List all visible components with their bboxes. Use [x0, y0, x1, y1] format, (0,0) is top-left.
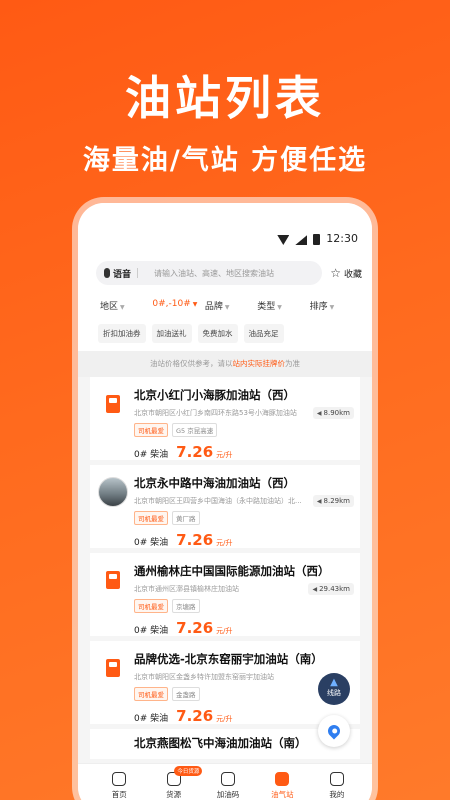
tag-fuel-sufficient[interactable]: 油品充足 — [243, 324, 284, 343]
navigation-arrow-icon: ◀ — [316, 498, 322, 505]
favorite-label: 收藏 — [343, 269, 362, 280]
fuel-price: 7.26 — [176, 619, 214, 637]
filter-sort[interactable]: 排序 ▼ — [310, 299, 362, 312]
tag-row: 折扣加油券 加油送礼 免费加水 油品充足 — [78, 316, 372, 351]
navigation-arrow-icon: ◀ — [316, 410, 322, 417]
caret-down-icon: ▼ — [192, 301, 198, 308]
wifi-icon — [277, 235, 290, 245]
tag-discount-coupon[interactable]: 折扣加油券 — [98, 324, 146, 343]
station-photo — [98, 477, 128, 507]
filter-bar: 地区 ▼ 0#,-10# ▼ 品牌 ▼ 类型 ▼ 排序 ▼ — [78, 289, 372, 316]
route-button[interactable]: ▲ 线路 — [318, 673, 350, 705]
voice-search-button[interactable]: 语音 — [113, 267, 131, 280]
road-chip: G5 京昆高速 — [172, 423, 218, 437]
tab-fuel-code[interactable]: 加油码 — [201, 764, 255, 800]
battery-icon — [313, 234, 321, 245]
road-chip: 黄厂路 — [172, 511, 200, 525]
notice-highlight[interactable]: 站内实际挂牌价 — [233, 359, 286, 368]
phone-frame: 12:30 语音 请输入油站、高速、地区搜索油站 ☆ 收藏 地区 ▼ 0#,-10… — [78, 203, 372, 800]
user-icon — [329, 772, 344, 786]
station-card[interactable]: 通州榆林庄中国国际能源加油站（西） 北京市通州区漷县镇榆林庄加油站 ◀ 29.43… — [90, 553, 360, 637]
gas-pump-icon — [98, 565, 128, 595]
fuel-price: 7.26 — [176, 707, 214, 725]
driver-favorite-chip: 司机最爱 — [134, 511, 168, 525]
location-pin-icon — [325, 722, 343, 740]
price-unit: 元/升 — [216, 715, 233, 723]
gas-pump-icon — [98, 653, 128, 683]
driver-favorite-chip: 司机最爱 — [134, 423, 168, 437]
filter-brand[interactable]: 品牌 ▼ — [205, 299, 257, 312]
price-unit: 元/升 — [216, 539, 233, 547]
fuel-type: 0# 柴油 — [134, 714, 169, 724]
caret-down-icon: ▼ — [277, 304, 282, 311]
promo-subtitle: 海量油/气站 方便任选 — [82, 145, 368, 176]
star-icon: ☆ — [330, 266, 341, 280]
route-arrow-icon: ▲ — [330, 677, 338, 688]
station-address: 北京市朝阳区王四营乡中国海油（永中路加油站）北... — [134, 497, 302, 505]
fuel-price: 7.26 — [176, 443, 214, 461]
filter-fuel[interactable]: 0#,-10# ▼ — [152, 299, 204, 312]
distance-badge[interactable]: ◀ 29.43km — [308, 583, 354, 595]
microphone-icon[interactable] — [104, 268, 110, 278]
signal-icon — [295, 235, 308, 245]
caret-down-icon: ▼ — [224, 304, 230, 311]
fuel-price: 7.26 — [176, 531, 214, 549]
qr-code-icon — [221, 772, 236, 786]
station-name: 北京永中路中海油加油站（西） — [134, 476, 295, 490]
fuel-type: 0# 柴油 — [134, 626, 169, 636]
station-address: 北京市通州区漷县镇榆林庄加油站 — [134, 585, 239, 593]
price-notice: 油站价格仅供参考，请以站内实际挂牌价为准 — [78, 351, 372, 377]
tag-free-water[interactable]: 免费加水 — [197, 324, 238, 343]
caret-down-icon: ▼ — [329, 304, 335, 311]
fuel-type: 0# 柴油 — [134, 538, 169, 548]
status-bar: 12:30 — [78, 203, 372, 255]
gas-station-icon — [275, 772, 290, 786]
station-name: 通州榆林庄中国国际能源加油站（西） — [134, 564, 330, 578]
search-bar: 语音 请输入油站、高速、地区搜索油站 ☆ 收藏 — [78, 255, 372, 289]
cargo-badge: 今日货源 — [174, 766, 203, 776]
gas-pump-icon — [98, 389, 128, 419]
tab-home[interactable]: 首页 — [92, 764, 146, 800]
filter-type[interactable]: 类型 ▼ — [257, 299, 309, 312]
promo-title: 油站列表 — [125, 71, 325, 125]
status-time: 12:30 — [326, 232, 358, 245]
driver-favorite-chip: 司机最爱 — [134, 599, 168, 613]
station-address: 北京市朝阳区金盏乡特许加盟东窑丽宇加油站 — [134, 673, 274, 681]
search-divider — [137, 268, 139, 278]
distance-badge[interactable]: ◀ 8.90km — [312, 407, 354, 419]
road-chip: 金盏路 — [172, 687, 200, 701]
station-name: 品牌优选-北京东窑丽宇加油站（南） — [134, 652, 323, 666]
search-placeholder: 请输入油站、高速、地区搜索油站 — [154, 268, 275, 278]
station-card[interactable]: 北京小红门小海豚加油站（西） 北京市朝阳区小红门乡南四环东路53号小海豚加油站 … — [90, 377, 360, 461]
station-name: 北京小红门小海豚加油站（西） — [134, 388, 295, 402]
bottom-tab-bar: 首页 今日货源 货源 加油码 油气站 我的 — [78, 763, 372, 800]
price-unit: 元/升 — [216, 451, 233, 459]
navigation-arrow-icon: ◀ — [312, 586, 318, 593]
fuel-type: 0# 柴油 — [134, 450, 169, 460]
home-icon — [112, 772, 127, 786]
station-card[interactable]: 北京永中路中海油加油站（西） 北京市朝阳区王四营乡中国海油（永中路加油站）北..… — [90, 465, 360, 549]
road-chip: 京塘路 — [172, 599, 200, 613]
favorite-button[interactable]: ☆ 收藏 — [330, 266, 362, 280]
search-input[interactable]: 语音 请输入油站、高速、地区搜索油站 — [96, 261, 323, 285]
tag-gift[interactable]: 加油送礼 — [151, 324, 192, 343]
station-address: 北京市朝阳区小红门乡南四环东路53号小海豚加油站 — [134, 409, 297, 417]
tab-gas-stations[interactable]: 油气站 — [255, 764, 309, 800]
caret-down-icon: ▼ — [120, 304, 125, 311]
price-unit: 元/升 — [216, 627, 233, 635]
tab-cargo[interactable]: 今日货源 货源 — [146, 764, 203, 800]
tab-profile[interactable]: 我的 — [310, 764, 364, 800]
map-location-button[interactable] — [318, 715, 350, 747]
driver-favorite-chip: 司机最爱 — [134, 687, 168, 701]
distance-badge[interactable]: ◀ 8.29km — [312, 495, 354, 507]
filter-region[interactable]: 地区 ▼ — [100, 299, 152, 312]
